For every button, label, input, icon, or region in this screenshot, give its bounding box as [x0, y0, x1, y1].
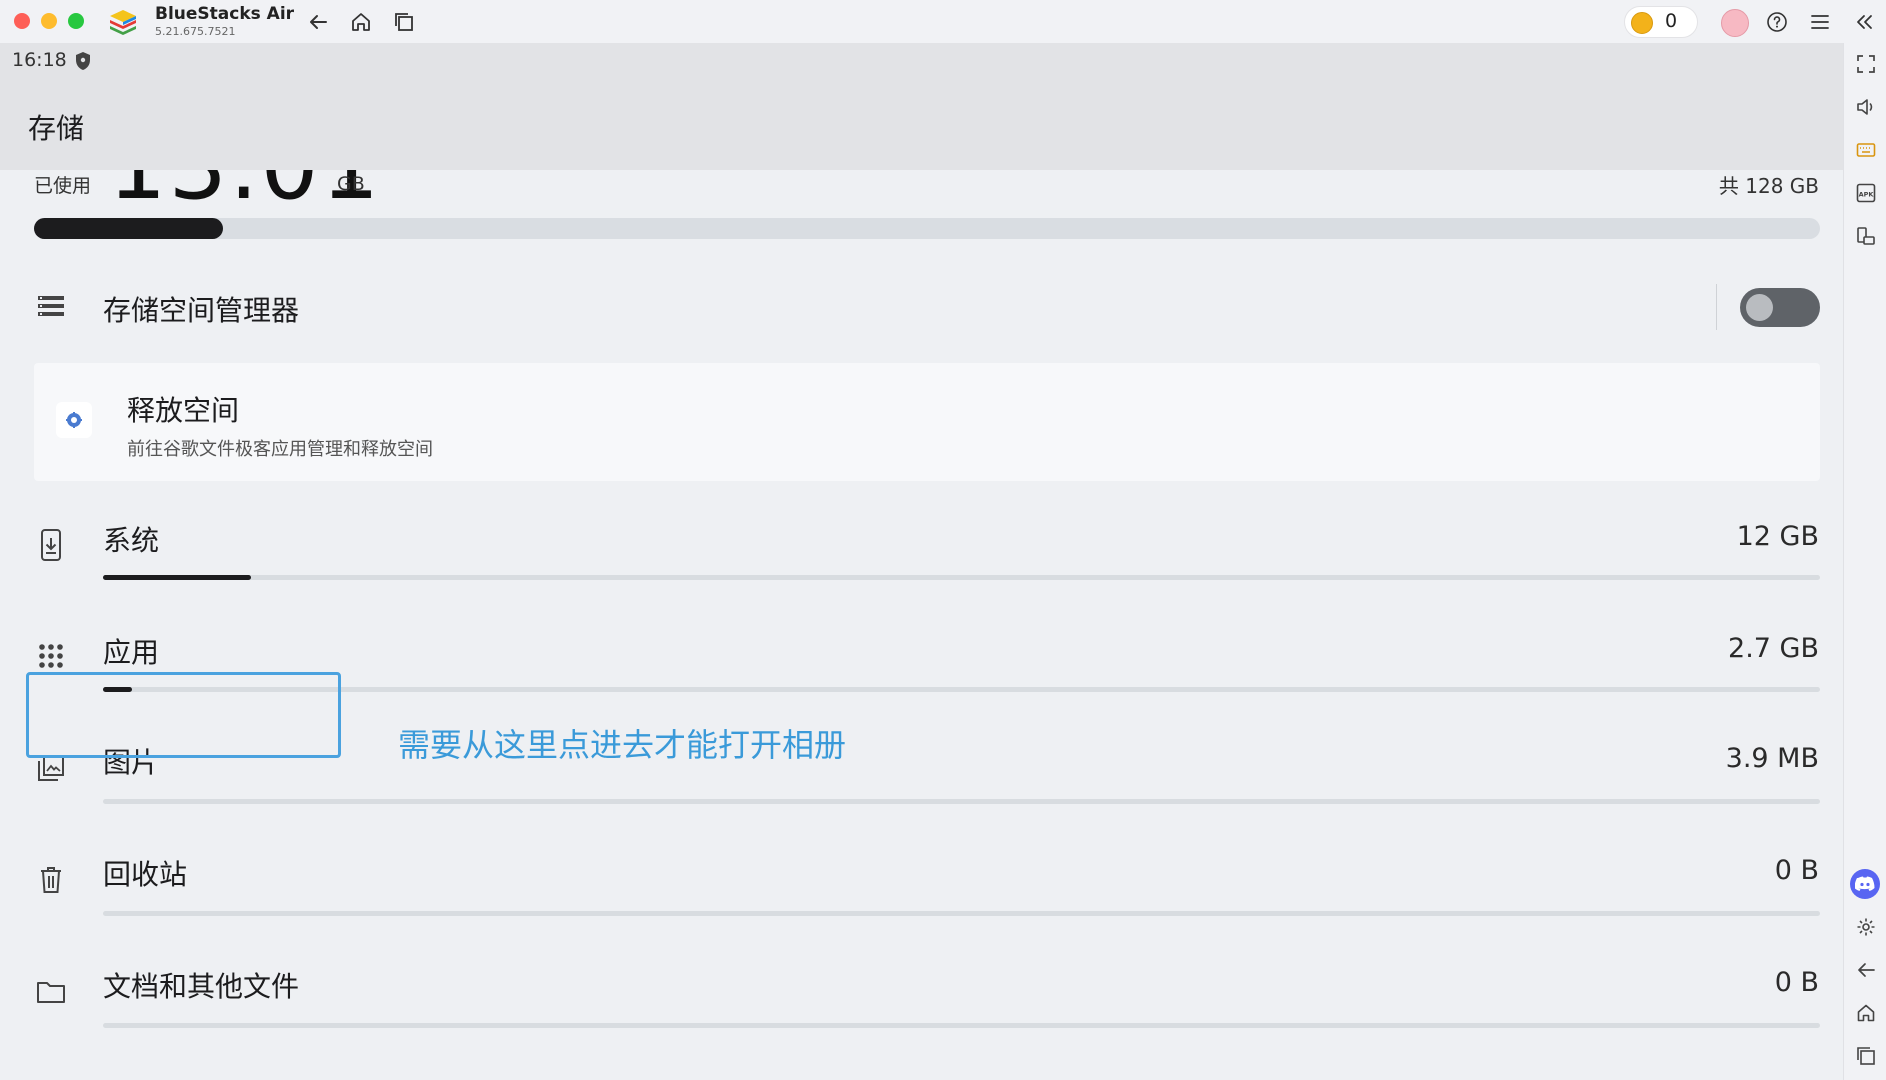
hamburger-menu-icon: [1811, 15, 1829, 29]
zoom-window-button[interactable]: [68, 13, 84, 29]
apk-icon: APK: [1856, 183, 1876, 203]
android-screen: 16:18 存储 已使用 13.01 GB 共 128 GB 存储空间管理器 释…: [0, 43, 1843, 1080]
close-window-button[interactable]: [14, 13, 30, 29]
category-label-system[interactable]: 系统: [103, 519, 159, 559]
svg-text:APK: APK: [1859, 191, 1875, 199]
window-titlebar: BlueStacks Air 5.21.675.7521 0: [0, 0, 1886, 44]
avatar[interactable]: [1721, 9, 1749, 37]
app-header: 存储: [0, 79, 1843, 170]
category-size-system: 12 GB: [1736, 521, 1819, 552]
android-recents-button[interactable]: [1852, 1042, 1880, 1070]
app-name: BlueStacks Air: [155, 4, 295, 24]
rotate-screen-button[interactable]: [1852, 222, 1880, 250]
recent-apps-button[interactable]: [390, 8, 418, 36]
rotate-device-icon: [1857, 227, 1875, 245]
home-button[interactable]: [347, 8, 375, 36]
files-by-google-icon: [56, 402, 92, 438]
total-storage: 共 128 GB: [1718, 174, 1819, 198]
storage-usage-bar: [34, 218, 1820, 239]
tool-sidebar: APK: [1843, 43, 1886, 1080]
free-space-card[interactable]: 释放空间 前往谷歌文件极客应用管理和释放空间: [34, 363, 1820, 481]
coin-count: 0: [1665, 10, 1678, 32]
category-bar-trash: [103, 911, 1820, 916]
free-space-subtitle: 前往谷歌文件极客应用管理和释放空间: [127, 439, 433, 460]
bluestacks-logo-icon: [110, 10, 136, 35]
page-title: 存储: [28, 112, 85, 145]
android-back-button[interactable]: [1852, 956, 1880, 984]
category-label-documents[interactable]: 文档和其他文件: [103, 965, 299, 1005]
category-size-documents: 0 B: [1774, 967, 1819, 998]
category-bar-images: [103, 799, 1820, 804]
free-space-title: 释放空间: [127, 394, 240, 427]
double-chevron-left-icon: [1857, 15, 1872, 29]
annotation-text: 需要从这里点进去才能打开相册: [398, 726, 847, 764]
apps-grid-icon: [36, 641, 66, 671]
minimize-window-button[interactable]: [41, 13, 57, 29]
discord-button[interactable]: [1850, 869, 1880, 899]
back-button[interactable]: [304, 8, 332, 36]
category-fill-system: [103, 575, 251, 580]
app-version: 5.21.675.7521: [155, 25, 236, 38]
home-icon: [1857, 1004, 1875, 1022]
install-apk-button[interactable]: APK: [1852, 179, 1880, 207]
android-home-button[interactable]: [1852, 999, 1880, 1027]
fullscreen-button[interactable]: [1852, 50, 1880, 78]
collapse-sidebar-button[interactable]: [1850, 8, 1878, 36]
status-time: 16:18: [12, 49, 67, 71]
category-label-trash[interactable]: 回收站: [103, 853, 187, 893]
storage-usage-fill: [34, 218, 224, 239]
back-arrow-icon: [310, 15, 327, 29]
toggle-knob: [1746, 294, 1773, 321]
coin-balance[interactable]: 0: [1624, 6, 1698, 38]
storage-manager-label[interactable]: 存储空间管理器: [103, 289, 299, 329]
category-size-apps: 2.7 GB: [1728, 633, 1819, 664]
keyboard-icon: [1856, 143, 1876, 157]
category-bar-system: [103, 575, 1820, 580]
shield-icon: [76, 52, 90, 70]
fullscreen-icon: [1857, 55, 1875, 73]
storage-manager-toggle[interactable]: [1740, 288, 1820, 327]
menu-button[interactable]: [1806, 8, 1834, 36]
recent-apps-icon: [1857, 1047, 1875, 1065]
toggle-divider: [1716, 284, 1717, 330]
trash-icon: [36, 865, 66, 895]
category-label-apps[interactable]: 应用: [103, 631, 159, 671]
volume-button[interactable]: [1852, 93, 1880, 121]
category-bar-documents: [103, 1023, 1820, 1028]
settings-button[interactable]: [1852, 913, 1880, 941]
category-size-trash: 0 B: [1774, 855, 1819, 886]
keyboard-controls-button[interactable]: [1852, 136, 1880, 164]
volume-icon: [1857, 99, 1873, 115]
discord-icon: [1855, 876, 1875, 891]
phone-download-icon: [36, 529, 66, 561]
recent-apps-icon: [395, 13, 413, 31]
storage-manager-icon: [36, 291, 66, 321]
category-bar-apps: [103, 687, 1820, 692]
android-status-bar: 16:18: [0, 43, 1843, 79]
used-label: 已使用: [34, 175, 92, 197]
help-button[interactable]: [1763, 8, 1791, 36]
used-unit: GB: [337, 173, 365, 195]
back-arrow-icon: [1858, 963, 1875, 977]
coin-icon: [1631, 12, 1653, 34]
home-icon: [352, 13, 370, 31]
gear-icon: [1857, 918, 1875, 936]
category-size-images: 3.9 MB: [1725, 743, 1819, 774]
help-icon: [1767, 12, 1787, 32]
highlight-box: [26, 672, 341, 758]
folder-icon: [36, 977, 66, 1007]
